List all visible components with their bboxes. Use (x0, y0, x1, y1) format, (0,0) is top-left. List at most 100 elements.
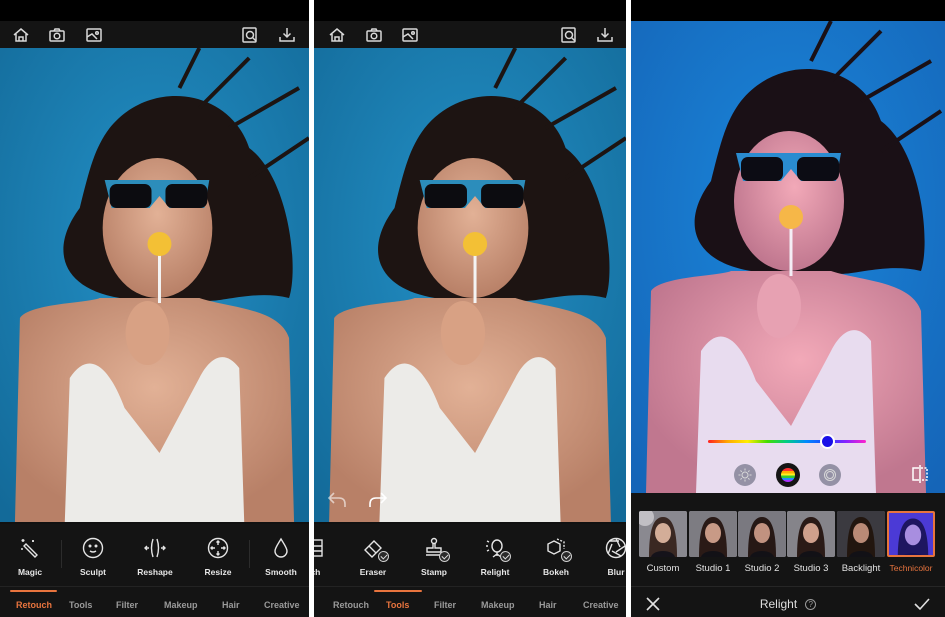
relight-icon (483, 536, 511, 562)
category-tabs: Retouch Tools Filter Makeup Hair Creativ… (314, 586, 626, 617)
tool-label: Relight (480, 567, 510, 577)
category-tabs: Retouch Tools Filter Makeup Hair Creativ… (0, 586, 309, 617)
tool-eraser[interactable]: Eraser (343, 536, 403, 577)
tool-label: Sculpt (80, 567, 106, 577)
preset-studio-2[interactable]: Studio 2 (738, 511, 786, 574)
tab-filter[interactable]: Filter (434, 600, 456, 610)
active-tab-indicator (10, 590, 57, 592)
relit-portrait-photo (631, 21, 945, 493)
installed-check-icon (439, 551, 450, 562)
gallery-icon[interactable] (85, 26, 103, 44)
tab-creative[interactable]: Creative (264, 600, 300, 610)
resize-icon (206, 536, 230, 560)
patch-icon (314, 536, 326, 560)
top-toolbar (0, 21, 309, 48)
tool-label: Resize (204, 567, 232, 577)
top-toolbar (314, 21, 626, 48)
gallery-icon[interactable] (401, 26, 419, 44)
installed-check-icon (500, 551, 511, 562)
preset-studio-1[interactable]: Studio 1 (689, 511, 737, 574)
tab-tools[interactable]: Tools (386, 600, 409, 610)
tab-filter[interactable]: Filter (116, 600, 138, 610)
hue-slider-thumb[interactable] (819, 434, 835, 449)
tab-makeup[interactable]: Makeup (164, 600, 198, 610)
tool-relight[interactable]: Relight (465, 536, 525, 577)
tool-label: Smooth (265, 567, 297, 577)
preset-thumbnail (738, 511, 786, 557)
tab-hair[interactable]: Hair (539, 600, 557, 610)
face-icon (81, 536, 105, 560)
tool-label: Reshape (137, 567, 173, 577)
camera-icon[interactable] (365, 26, 383, 44)
photo-canvas[interactable] (0, 48, 309, 522)
tool-label: Blur (607, 567, 625, 577)
tab-retouch[interactable]: Retouch (16, 600, 52, 610)
light-mode-brightness[interactable] (734, 464, 756, 486)
tab-creative[interactable]: Creative (583, 600, 619, 610)
download-icon[interactable] (596, 26, 614, 44)
hue-slider[interactable] (708, 434, 866, 449)
preset-backlight[interactable]: Backlight (837, 511, 885, 574)
photo-canvas[interactable] (631, 21, 945, 493)
status-bar (631, 0, 945, 21)
magic-wand-icon (18, 536, 42, 560)
eraser-icon (361, 536, 389, 562)
aperture-icon (604, 536, 626, 560)
relight-title-wrap: Relight? (631, 597, 945, 611)
stamp-icon (422, 536, 450, 562)
active-tab-indicator (374, 590, 422, 592)
home-icon[interactable] (12, 26, 30, 44)
zoom-inspect-icon[interactable] (241, 26, 259, 44)
tool-magic[interactable]: Magic (0, 536, 60, 577)
sun-icon (738, 468, 752, 482)
installed-check-icon (378, 551, 389, 562)
tool-patch[interactable]: tch (314, 536, 344, 577)
bokeh-icon (544, 536, 572, 562)
home-icon[interactable] (328, 26, 346, 44)
screen-relight: Custom Studio 1 Studio 2 Studio 3 Backli… (631, 0, 945, 617)
tool-row: Magic Sculpt Reshape Resize Smooth (0, 524, 309, 586)
help-icon[interactable]: ? (805, 599, 817, 610)
tool-blur[interactable]: Blur (586, 536, 626, 577)
relight-presets: Custom Studio 1 Studio 2 Studio 3 Backli… (631, 493, 945, 586)
screen-tools: tch Eraser Stamp Relight Bokeh Blur Reto… (314, 0, 626, 617)
tool-label: Stamp (421, 567, 447, 577)
tab-hair[interactable]: Hair (222, 600, 240, 610)
checkmark-icon (914, 598, 930, 611)
divider (61, 540, 62, 568)
divider (249, 540, 250, 568)
light-mode-ring[interactable] (819, 464, 841, 486)
installed-check-icon (561, 551, 572, 562)
preset-studio-3[interactable]: Studio 3 (787, 511, 835, 574)
download-icon[interactable] (278, 26, 296, 44)
tool-bokeh[interactable]: Bokeh (526, 536, 586, 577)
tool-label: tch (314, 567, 321, 577)
redo-icon (369, 492, 388, 507)
tab-retouch[interactable]: Retouch (333, 600, 369, 610)
preset-thumbnail (837, 511, 885, 557)
tool-sculpt[interactable]: Sculpt (63, 536, 123, 577)
camera-icon[interactable] (48, 26, 66, 44)
compare-button[interactable] (909, 463, 931, 485)
tool-resize[interactable]: Resize (188, 536, 248, 577)
undo-button[interactable] (326, 489, 348, 509)
tab-makeup[interactable]: Makeup (481, 600, 515, 610)
preset-thumbnail (787, 511, 835, 557)
zoom-inspect-icon[interactable] (560, 26, 578, 44)
apply-button[interactable] (914, 596, 930, 612)
tool-label: Bokeh (543, 567, 569, 577)
undo-icon (327, 492, 346, 507)
photo-canvas[interactable] (314, 48, 626, 522)
light-mode-color[interactable] (776, 463, 800, 487)
preset-technicolor[interactable]: Technicolor (887, 511, 935, 573)
redo-button[interactable] (367, 489, 389, 509)
tool-stamp[interactable]: Stamp (404, 536, 464, 577)
preset-custom[interactable]: Custom (639, 511, 687, 574)
tool-reshape[interactable]: Reshape (125, 536, 185, 577)
tab-tools[interactable]: Tools (69, 600, 92, 610)
droplet-icon (269, 536, 293, 560)
tool-smooth[interactable]: Smooth (251, 536, 309, 577)
tool-label: Magic (17, 567, 43, 577)
page-title: Relight (759, 597, 798, 611)
preset-label: Technicolor (889, 563, 933, 573)
